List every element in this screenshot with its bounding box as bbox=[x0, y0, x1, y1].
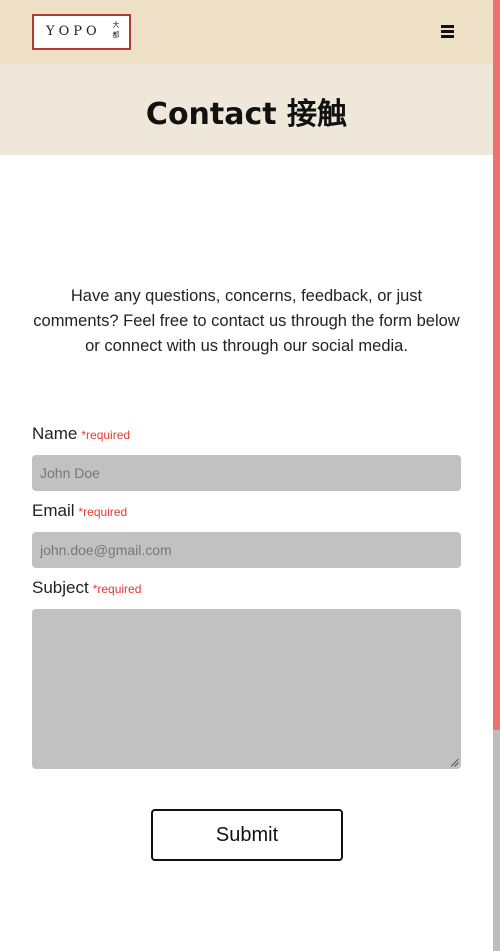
subject-required-note: *required bbox=[92, 582, 142, 596]
name-label-row: Name *required bbox=[32, 424, 130, 444]
email-label: Email bbox=[32, 501, 75, 520]
title-band: Contact 接触 bbox=[0, 64, 493, 155]
email-input[interactable] bbox=[32, 532, 461, 568]
email-required-note: *required bbox=[78, 505, 128, 519]
page-title: Contact 接触 bbox=[145, 97, 348, 132]
subject-label-row: Subject *required bbox=[32, 578, 141, 598]
scrollbar-thumb[interactable] bbox=[493, 0, 500, 730]
email-label-row: Email *required bbox=[32, 501, 127, 521]
subject-label: Subject bbox=[32, 578, 89, 597]
logo[interactable]: YOPO 大都 bbox=[32, 14, 131, 50]
name-required-note: *required bbox=[81, 428, 131, 442]
name-input[interactable] bbox=[32, 455, 461, 491]
name-label: Name bbox=[32, 424, 78, 443]
subject-textarea[interactable] bbox=[32, 609, 461, 769]
logo-wordmark: YOPO bbox=[46, 24, 101, 39]
site-header: YOPO 大都 bbox=[0, 0, 493, 64]
page: YOPO 大都 Contact 接触 Have any questions, c… bbox=[0, 0, 493, 951]
hamburger-icon[interactable] bbox=[438, 21, 458, 41]
intro-text: Have any questions, concerns, feedback, … bbox=[33, 287, 460, 355]
resize-grip-icon[interactable] bbox=[450, 758, 459, 767]
logo-seal: 大都 bbox=[112, 21, 120, 39]
submit-button[interactable]: Submit bbox=[151, 809, 343, 861]
scrollbar[interactable] bbox=[493, 0, 500, 951]
